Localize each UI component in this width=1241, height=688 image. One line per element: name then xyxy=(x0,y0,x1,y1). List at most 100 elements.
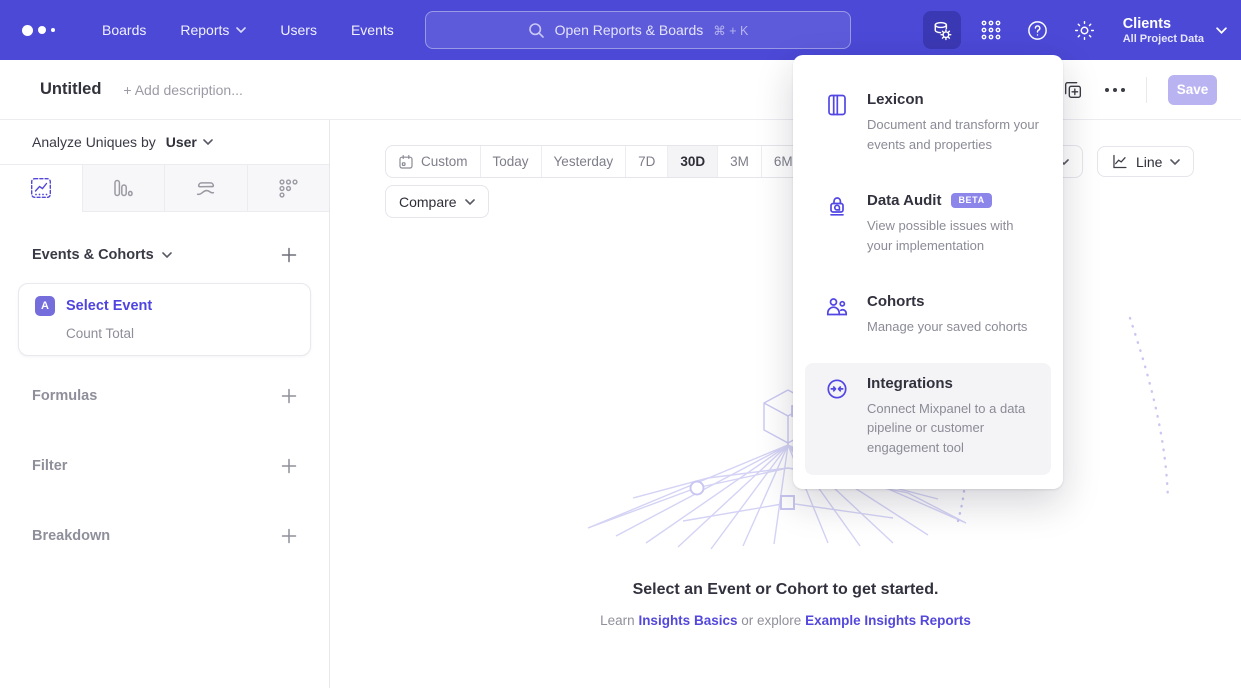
chevron-down-icon xyxy=(236,27,246,33)
project-selector[interactable]: Clients All Project Data xyxy=(1123,15,1227,45)
filter-label: Filter xyxy=(32,458,67,474)
learn-prefix: Learn xyxy=(600,613,635,628)
date-range-today[interactable]: Today xyxy=(480,146,541,177)
duplicate-button[interactable] xyxy=(1062,79,1084,101)
event-card-top: A Select Event xyxy=(35,296,294,316)
menu-item-cohorts-body: Cohorts Manage your saved cohorts xyxy=(867,293,1027,337)
formulas-section: Formulas xyxy=(32,384,297,408)
compare-button[interactable]: Compare xyxy=(385,185,489,218)
more-options-button[interactable] xyxy=(1105,88,1125,92)
date-range-yesterday[interactable]: Yesterday xyxy=(541,146,626,177)
event-card[interactable]: A Select Event Count Total xyxy=(18,283,311,356)
date-range-3m[interactable]: 3M xyxy=(717,146,761,177)
event-aggregation[interactable]: Count Total xyxy=(66,326,294,341)
project-scope: All Project Data xyxy=(1123,33,1204,45)
tab-line-chart[interactable] xyxy=(0,165,82,212)
search-icon xyxy=(528,22,545,39)
menu-item-lexicon[interactable]: Lexicon Document and transform your even… xyxy=(805,79,1051,172)
chevron-down-icon xyxy=(465,199,475,205)
nav-reports[interactable]: Reports xyxy=(180,22,246,38)
help-button[interactable] xyxy=(1021,13,1055,47)
lexicon-title: Lexicon xyxy=(867,91,924,108)
date-range-custom-label: Custom xyxy=(421,154,468,169)
event-badge: A xyxy=(35,296,55,316)
nav-users[interactable]: Users xyxy=(280,22,317,38)
chevron-down-icon xyxy=(1216,27,1227,34)
menu-item-integrations[interactable]: Integrations Connect Mixpanel to a data … xyxy=(805,363,1051,476)
metrics-grid-tab-icon xyxy=(277,177,299,199)
cohorts-description: Manage your saved cohorts xyxy=(867,317,1027,337)
nav-users-label: Users xyxy=(280,22,317,38)
tab-stacked-chart[interactable] xyxy=(164,165,247,212)
empty-state-subtitle: Learn Insights Basics or explore Example… xyxy=(330,613,1241,628)
menu-item-data-audit[interactable]: Data Audit BETA View possible issues wit… xyxy=(805,180,1051,273)
grid-icon xyxy=(980,19,1002,41)
line-chart-tab-icon xyxy=(30,177,52,199)
data-audit-title: Data Audit xyxy=(867,192,941,209)
project-labels: Clients All Project Data xyxy=(1123,15,1204,45)
save-button[interactable]: Save xyxy=(1168,75,1217,105)
data-audit-description: View possible issues with your implement… xyxy=(867,216,1039,255)
report-title[interactable]: Untitled xyxy=(40,80,101,99)
breakdown-section: Breakdown xyxy=(32,524,297,548)
project-name: Clients xyxy=(1123,15,1204,33)
tab-metrics-grid[interactable] xyxy=(247,165,330,212)
nav-boards-label: Boards xyxy=(102,22,146,38)
events-cohorts-label-group[interactable]: Events & Cohorts xyxy=(32,247,172,263)
chevron-down-icon xyxy=(162,252,172,258)
top-nav-bar: Boards Reports Users Events Open Reports… xyxy=(0,0,1241,60)
header-divider xyxy=(1146,77,1147,103)
select-event-link[interactable]: Select Event xyxy=(66,298,152,314)
data-management-menu: Lexicon Document and transform your even… xyxy=(793,55,1063,489)
mixpanel-logo[interactable] xyxy=(22,25,80,36)
example-reports-link[interactable]: Example Insights Reports xyxy=(805,613,971,628)
add-event-button[interactable] xyxy=(281,247,297,263)
apps-grid-button[interactable] xyxy=(974,13,1008,47)
nav-boards[interactable]: Boards xyxy=(102,22,146,38)
add-breakdown-button[interactable] xyxy=(281,528,297,544)
report-header-actions: Save xyxy=(1062,75,1217,105)
menu-item-lexicon-body: Lexicon Document and transform your even… xyxy=(867,91,1039,154)
settings-button[interactable] xyxy=(1068,13,1102,47)
nav-events[interactable]: Events xyxy=(351,22,394,38)
nav-events-label: Events xyxy=(351,22,394,38)
menu-item-integrations-body: Integrations Connect Mixpanel to a data … xyxy=(867,375,1039,458)
mixpanel-insights-app: Boards Reports Users Events Open Reports… xyxy=(0,0,1241,688)
add-formula-button[interactable] xyxy=(281,388,297,404)
date-range-6m-label: 6M xyxy=(774,154,793,169)
add-description-field[interactable]: + Add description... xyxy=(123,82,242,98)
add-filter-button[interactable] xyxy=(281,458,297,474)
date-range-30d-label: 30D xyxy=(680,154,705,169)
data-audit-icon xyxy=(825,192,849,255)
events-cohorts-header: Events & Cohorts xyxy=(32,243,297,267)
cohorts-title: Cohorts xyxy=(867,293,925,310)
breakdown-label: Breakdown xyxy=(32,528,110,544)
menu-item-cohorts[interactable]: Cohorts Manage your saved cohorts xyxy=(805,281,1051,355)
data-management-button[interactable] xyxy=(923,11,961,49)
or-explore-text: or explore xyxy=(741,613,801,628)
query-builder-sidebar: Analyze Uniques by User Events & Cohorts xyxy=(0,120,330,688)
analyze-uniques-row: Analyze Uniques by User xyxy=(0,120,329,165)
insights-basics-link[interactable]: Insights Basics xyxy=(638,613,737,628)
integrations-title: Integrations xyxy=(867,375,953,392)
date-range-custom[interactable]: Custom xyxy=(386,146,480,177)
events-cohorts-label: Events & Cohorts xyxy=(32,247,154,263)
chart-type-dropdown[interactable]: Line xyxy=(1097,146,1194,177)
chevron-down-icon xyxy=(203,139,213,145)
question-circle-icon xyxy=(1026,19,1049,42)
empty-state: Select an Event or Cohort to get started… xyxy=(330,581,1241,628)
compare-label: Compare xyxy=(399,194,457,210)
chart-type-tabs xyxy=(0,165,329,212)
date-range-7d-label: 7D xyxy=(638,154,655,169)
global-search-input[interactable]: Open Reports & Boards ⌘ + K xyxy=(425,11,851,49)
date-range-today-label: Today xyxy=(493,154,529,169)
formulas-label: Formulas xyxy=(32,388,97,404)
chart-type-label: Line xyxy=(1136,154,1162,170)
database-gear-icon xyxy=(930,19,953,42)
analyze-value-dropdown[interactable]: User xyxy=(166,134,197,150)
beta-badge: BETA xyxy=(951,193,991,208)
chevron-down-icon xyxy=(1170,159,1180,165)
date-range-30d[interactable]: 30D xyxy=(667,146,717,177)
date-range-7d[interactable]: 7D xyxy=(625,146,667,177)
tab-bar-chart[interactable] xyxy=(82,165,165,212)
